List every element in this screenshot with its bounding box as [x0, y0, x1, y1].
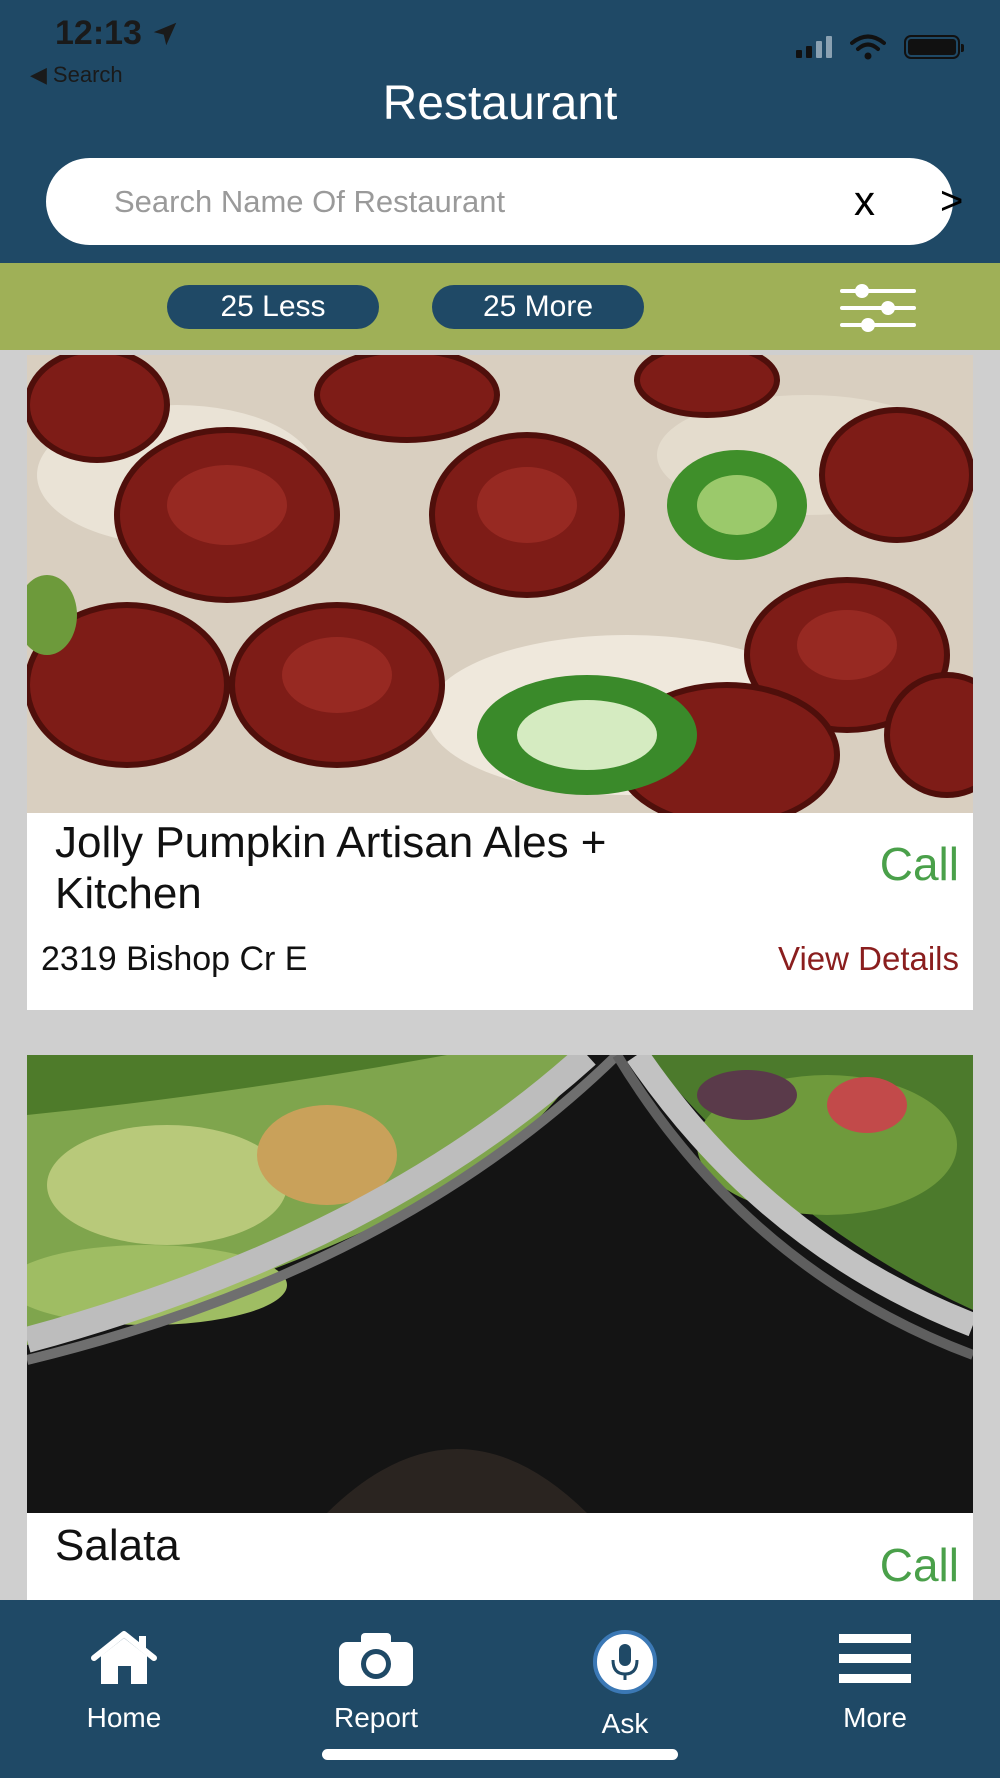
view-details-button[interactable]: View Details: [778, 940, 959, 978]
wifi-icon: [850, 34, 886, 60]
submit-search-button[interactable]: >: [940, 174, 963, 228]
nav-more-label: More: [843, 1702, 907, 1733]
filter-bar: 25 Less 25 More: [0, 263, 1000, 350]
nav-home[interactable]: Home: [24, 1630, 224, 1760]
search-bar: x >: [46, 158, 963, 245]
location-arrow-icon: [153, 22, 177, 45]
call-button[interactable]: Call: [880, 1538, 959, 1592]
home-icon: [91, 1631, 157, 1684]
camera-icon: [339, 1633, 413, 1686]
status-time: 12:13: [55, 14, 180, 53]
clock-text: 12:13: [55, 14, 142, 52]
nav-more[interactable]: More: [775, 1630, 975, 1760]
status-indicators: [796, 34, 964, 60]
restaurant-card[interactable]: Salata Call: [27, 1055, 973, 1615]
app-header: 12:13 ◀ Search Restaurant x >: [0, 0, 1000, 263]
clear-search-button[interactable]: x: [854, 174, 875, 228]
nav-home-label: Home: [86, 1702, 162, 1733]
restaurant-photo: [27, 1055, 973, 1513]
hamburger-menu-icon: [839, 1634, 911, 1683]
page-title: Restaurant: [382, 77, 618, 130]
restaurant-card[interactable]: Jolly Pumpkin Artisan Ales + Kitchen Cal…: [27, 355, 973, 1010]
nav-ask-label: Ask: [601, 1708, 649, 1739]
home-indicator: [322, 1749, 678, 1760]
sliders-icon[interactable]: [838, 283, 918, 333]
restaurant-photo: [27, 355, 973, 813]
restaurant-name: Jolly Pumpkin Artisan Ales + Kitchen: [55, 818, 607, 918]
cellular-signal-icon: [796, 36, 832, 58]
battery-icon: [904, 35, 964, 59]
call-button[interactable]: Call: [880, 837, 959, 891]
restaurant-name: Salata: [55, 1521, 180, 1570]
nav-report[interactable]: Report: [276, 1630, 476, 1760]
less-button[interactable]: 25 Less: [167, 285, 379, 329]
restaurant-address: 2319 Bishop Cr E: [41, 940, 308, 978]
more-button[interactable]: 25 More: [432, 285, 644, 329]
nav-report-label: Report: [333, 1702, 419, 1733]
nav-ask[interactable]: Ask: [525, 1630, 725, 1760]
search-input[interactable]: [114, 171, 754, 232]
microphone-icon: [593, 1630, 657, 1694]
